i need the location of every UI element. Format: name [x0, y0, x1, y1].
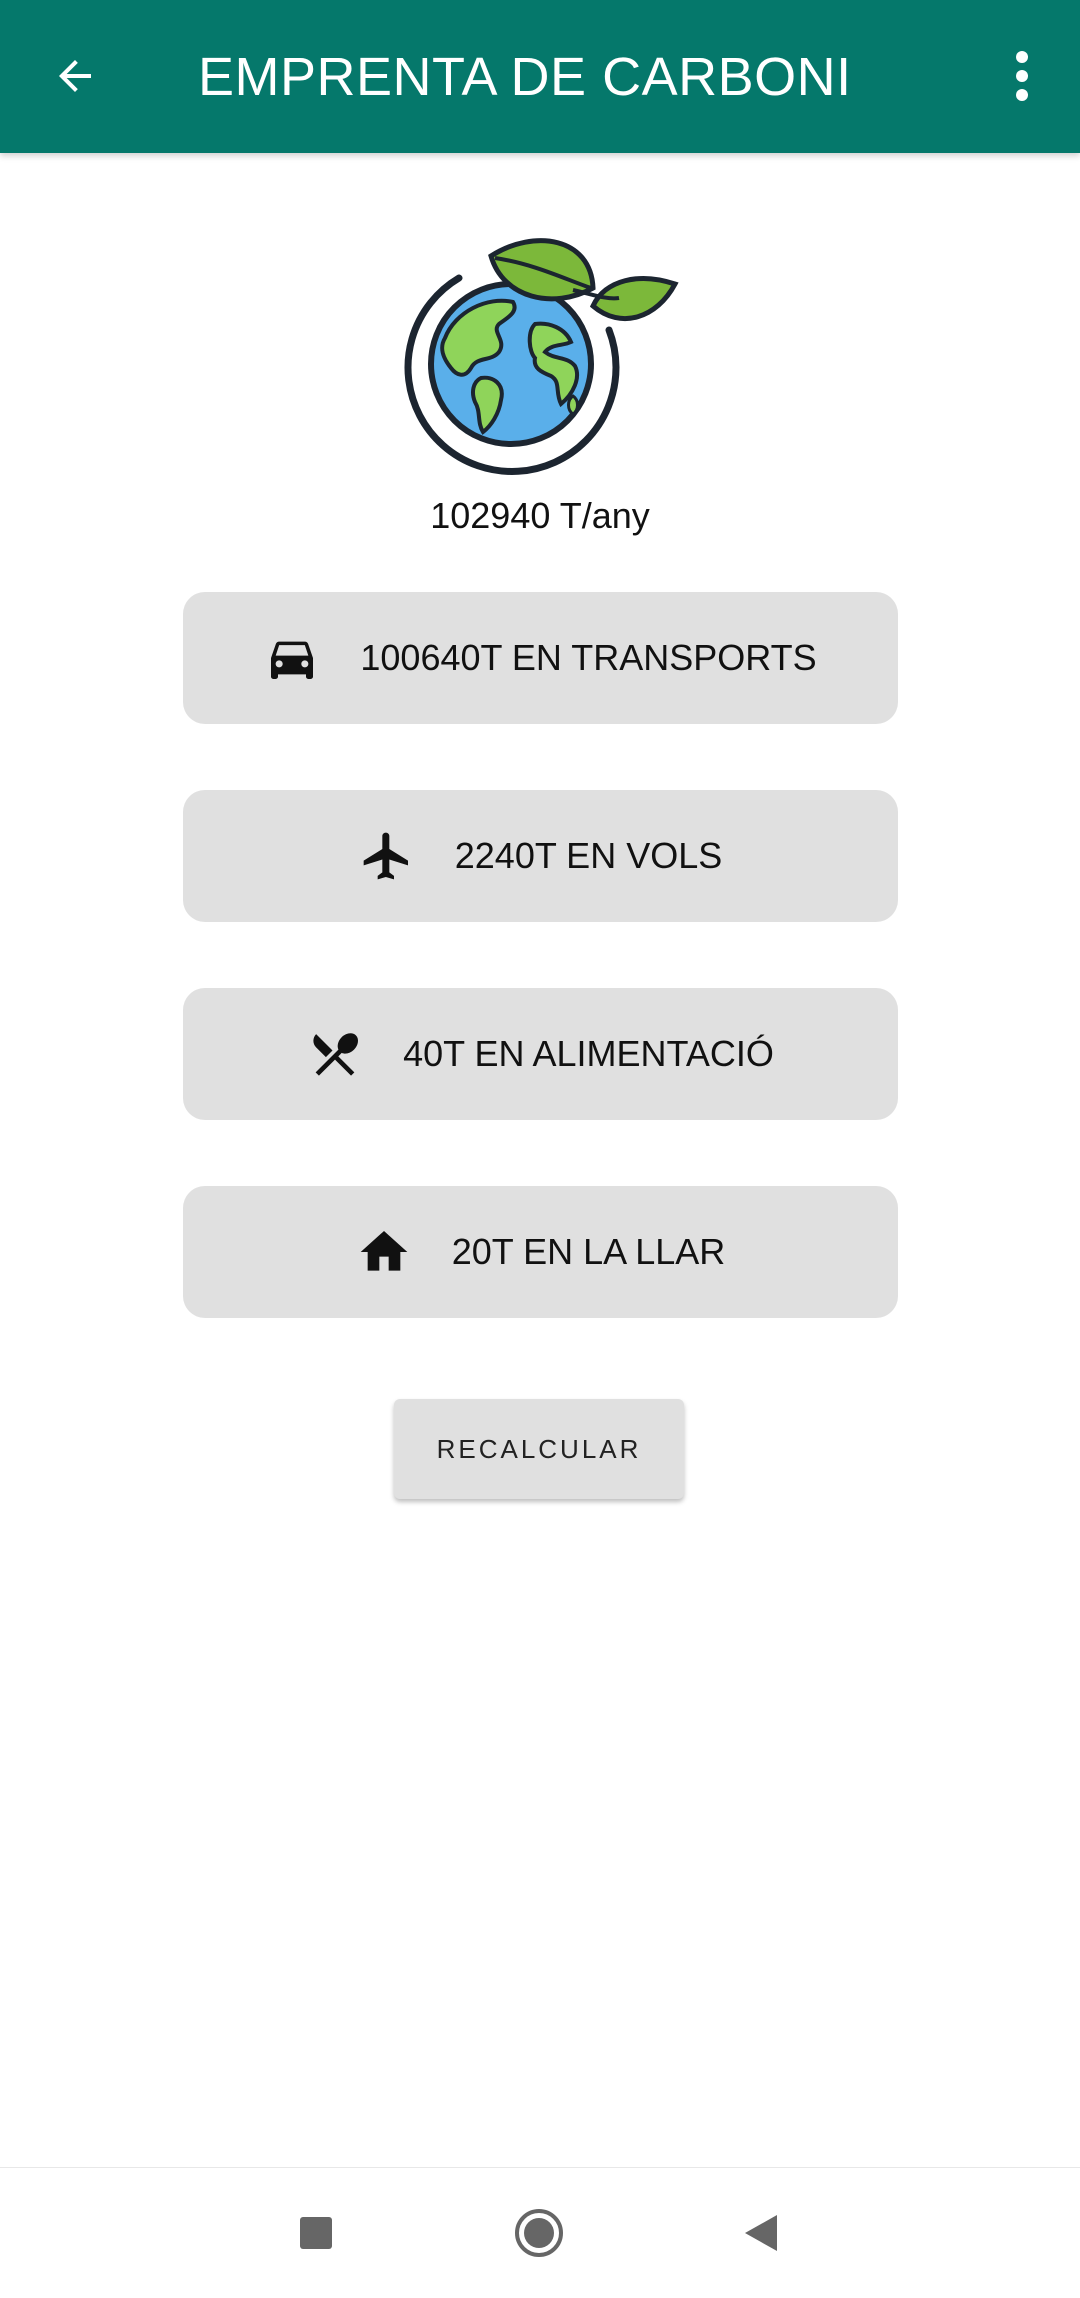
car-icon — [264, 630, 320, 686]
home-icon — [356, 1224, 412, 1280]
transport-label: 100640T EN TRANSPORTS — [360, 637, 817, 678]
square-icon — [300, 2217, 332, 2249]
food-label: 40T EN ALIMENTACIÓ — [403, 1033, 774, 1074]
back-nav-button[interactable] — [726, 2198, 796, 2268]
page-title: EMPRENTA DE CARBONI — [198, 46, 852, 107]
app-bar: EMPRENTA DE CARBONI — [0, 0, 1080, 153]
circle-icon — [515, 2209, 563, 2257]
earth-leaf-logo — [395, 228, 685, 488]
system-nav-bar — [0, 2167, 1080, 2298]
back-button[interactable] — [40, 36, 110, 116]
flights-card[interactable]: 2240T EN VOLS — [183, 790, 898, 922]
carbon-footprint-screen: EMPRENTA DE CARBONI 102940 T/any 100640T… — [0, 0, 1080, 2298]
home-label: 20T EN LA LLAR — [451, 1231, 726, 1272]
home-card[interactable]: 20T EN LA LLAR — [183, 1186, 898, 1318]
airplane-icon — [359, 828, 415, 884]
total-emissions: 102940 T/any — [430, 495, 650, 536]
food-card[interactable]: 40T EN ALIMENTACIÓ — [183, 988, 898, 1120]
restaurant-icon — [307, 1026, 363, 1082]
more-vert-icon — [1016, 51, 1028, 101]
recent-apps-button[interactable] — [281, 2198, 351, 2268]
more-options-button[interactable] — [992, 36, 1052, 116]
recalculate-button[interactable]: RECALCULAR — [394, 1399, 684, 1499]
transport-card[interactable]: 100640T EN TRANSPORTS — [183, 592, 898, 724]
home-nav-button[interactable] — [504, 2198, 574, 2268]
triangle-back-icon — [745, 2215, 777, 2251]
arrow-back-icon — [59, 60, 91, 92]
flights-label: 2240T EN VOLS — [454, 835, 723, 876]
